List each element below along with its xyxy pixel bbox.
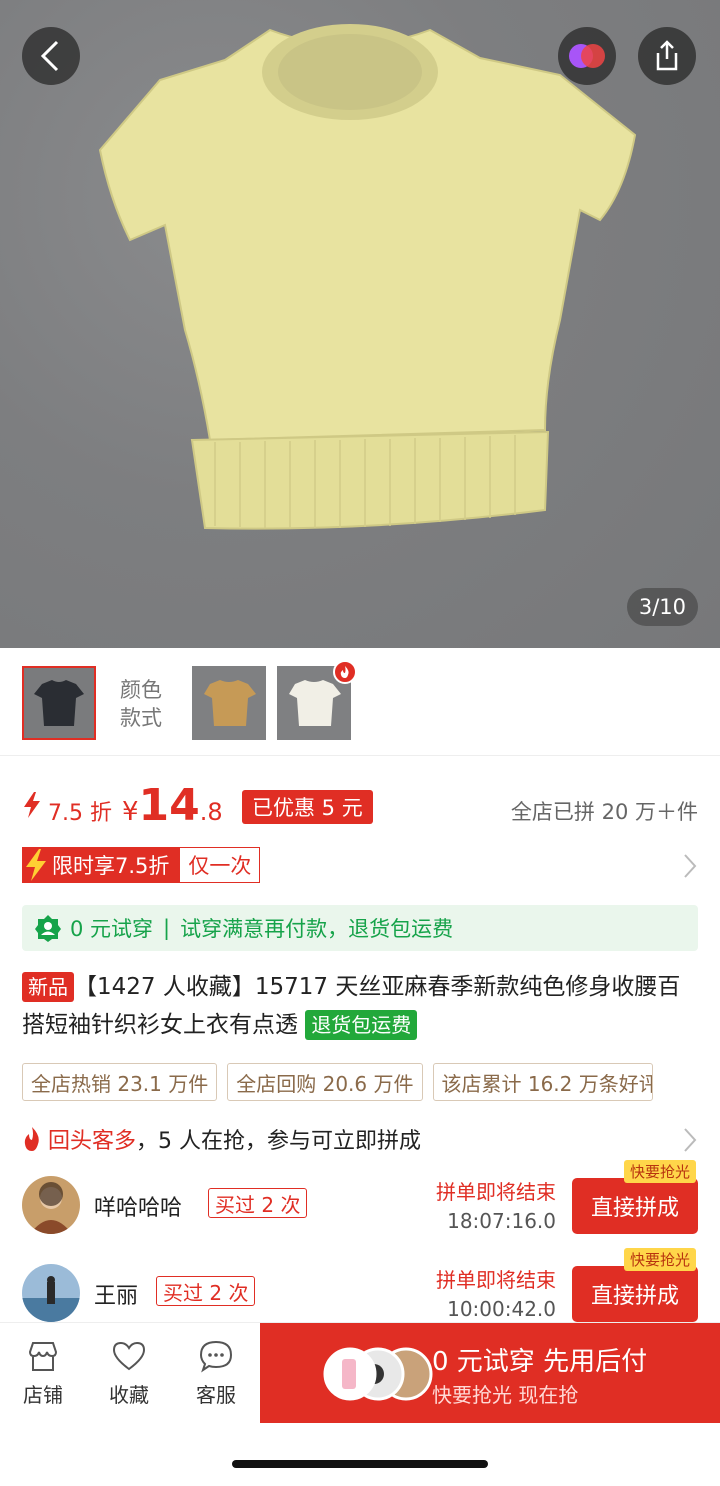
chevron-left-icon <box>40 40 59 72</box>
variant-photo <box>192 666 266 740</box>
return-shipping-tag: 退货包运费 <box>305 1010 418 1040</box>
variant-selector: 颜色 款式 <box>0 648 720 756</box>
store-button[interactable]: 店铺 <box>8 1337 78 1408</box>
store-stats: 全店热销 23.1 万件 全店回购 20.6 万件 该店累计 16.2 万条好评 <box>22 1063 653 1101</box>
limited-offer-label: 限时享7.5折 <box>22 847 180 883</box>
store-label: 店铺 <box>23 1383 63 1407</box>
stat-chip: 全店热销 23.1 万件 <box>22 1063 218 1101</box>
group-header-text: ，5 人在抢，参与可立即拼成 <box>136 1129 422 1154</box>
tryon-detail: 试穿满意再付款，退货包运费 <box>180 917 454 941</box>
discount-text: 7.5 折 <box>48 801 112 826</box>
limited-offer[interactable]: 限时享7.5折 仅一次 <box>22 846 261 884</box>
price-row: 7.5 折 ¥ 14 .8 <box>22 780 223 836</box>
lightning-icon <box>26 849 46 881</box>
chat-bubble-icon <box>199 1340 233 1373</box>
collect-button[interactable] <box>558 27 616 85</box>
home-indicator <box>232 1460 488 1468</box>
group-ending: 拼单即将结束 10:00:42.0 <box>436 1264 556 1321</box>
ending-label: 拼单即将结束 <box>436 1180 556 1204</box>
lightning-icon <box>24 792 40 818</box>
tryon-banner[interactable]: 0 元试穿 | 试穿满意再付款，退货包运费 <box>22 905 698 951</box>
chevron-right-icon[interactable] <box>682 1126 698 1154</box>
service-label: 客服 <box>196 1383 236 1407</box>
currency-symbol: ¥ <box>121 797 139 827</box>
cta-main-text: 0 元试穿 先用后付 <box>432 1347 648 1377</box>
heart-circle-icon <box>569 44 605 68</box>
group-header-highlight: 回头客多 <box>48 1129 137 1154</box>
favorite-button[interactable]: 收藏 <box>94 1337 164 1408</box>
variant-label: 颜色 款式 <box>120 678 162 730</box>
tryon-separator: | <box>163 916 171 940</box>
product-image[interactable]: 3/10 <box>0 0 720 648</box>
ending-countdown: 18:07:16.0 <box>447 1209 556 1233</box>
share-icon <box>656 40 678 71</box>
favorite-label: 收藏 <box>109 1383 149 1407</box>
store-icon <box>28 1342 58 1371</box>
flame-icon <box>333 660 357 684</box>
tryon-main: 0 元试穿 <box>70 917 154 941</box>
saved-tag: 已优惠 5 元 <box>242 790 373 824</box>
product-title: 新品 【1427 人收藏】15717 天丝亚麻春季新款纯色修身收腰百搭短袖针织衫女… <box>22 968 698 1044</box>
product-photo <box>98 24 637 530</box>
sold-total: 全店已拼 20 万＋件 <box>510 800 698 824</box>
stat-chip: 该店累计 16.2 万条好评 <box>432 1063 653 1101</box>
group-user-name: 咩哈哈哈 <box>94 1196 183 1221</box>
variant-thumb-khaki[interactable] <box>192 666 266 740</box>
flame-icon <box>24 1127 39 1151</box>
chevron-right-icon[interactable] <box>682 852 698 880</box>
stat-chip: 全店回购 20.6 万件 <box>227 1063 423 1101</box>
price-integer: 14 <box>138 780 200 831</box>
variant-photo <box>24 668 94 738</box>
badge-user-icon <box>35 915 61 942</box>
join-group-button[interactable]: 直接拼成 <box>572 1266 698 1322</box>
back-button[interactable] <box>22 27 80 85</box>
ending-countdown: 10:00:42.0 <box>447 1297 556 1321</box>
new-tag: 新品 <box>22 972 74 1002</box>
image-counter: 3/10 <box>626 588 698 626</box>
avatar <box>22 1264 80 1322</box>
bought-count: 买过 2 次 <box>156 1276 256 1306</box>
hurry-badge: 快要抢光 <box>623 1160 696 1183</box>
cta-sub-text: 快要抢光 现在抢 <box>432 1383 579 1407</box>
bought-count: 买过 2 次 <box>208 1188 308 1218</box>
limited-once-label: 仅一次 <box>179 847 261 883</box>
group-buy-row: 咩哈哈哈 买过 2 次 拼单即将结束 18:07:16.0 直接拼成 快要抢光 <box>22 1160 698 1244</box>
join-group-button[interactable]: 直接拼成 <box>572 1178 698 1234</box>
avatar <box>22 1176 80 1234</box>
bottom-action-bar: 店铺 收藏 客服 0 元试穿 先用后付 快要抢光 现在抢 <box>0 1322 720 1423</box>
heart-icon <box>112 1341 146 1371</box>
promo-product-images <box>323 1347 433 1401</box>
share-button[interactable] <box>638 27 696 85</box>
tryon-buy-button[interactable]: 0 元试穿 先用后付 快要抢光 现在抢 <box>260 1323 720 1423</box>
price-decimal: .8 <box>199 798 223 826</box>
service-button[interactable]: 客服 <box>181 1337 251 1408</box>
group-buy-header[interactable]: 回头客多 ，5 人在抢，参与可立即拼成 <box>22 1122 421 1156</box>
hurry-badge: 快要抢光 <box>623 1248 696 1271</box>
group-user-name: 王丽 <box>94 1284 139 1309</box>
group-ending: 拼单即将结束 18:07:16.0 <box>436 1176 556 1233</box>
variant-thumb-black[interactable] <box>22 666 96 740</box>
ending-label: 拼单即将结束 <box>436 1268 556 1292</box>
